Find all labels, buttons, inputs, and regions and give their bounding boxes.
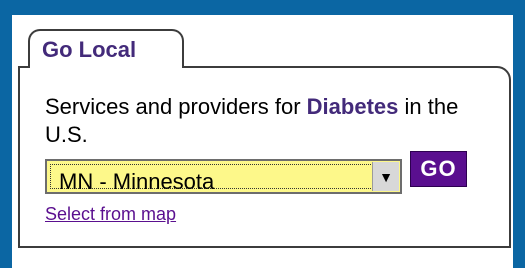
state-select[interactable]: MN - Minnesota ▼ bbox=[45, 159, 402, 194]
state-select-value: MN - Minnesota bbox=[59, 169, 215, 194]
condition-name: Diabetes bbox=[306, 94, 399, 119]
go-button[interactable]: GO bbox=[410, 151, 467, 187]
state-select-focus-outline: MN - Minnesota bbox=[50, 164, 375, 194]
panel-title: Go Local bbox=[42, 37, 137, 62]
description-text: Services and providers for Diabetes in t… bbox=[45, 93, 495, 149]
chevron-down-icon[interactable]: ▼ bbox=[372, 162, 399, 191]
tab-border-cover bbox=[30, 64, 182, 70]
select-from-map-link[interactable]: Select from map bbox=[45, 204, 176, 225]
description-prefix: Services and providers for bbox=[45, 94, 307, 119]
